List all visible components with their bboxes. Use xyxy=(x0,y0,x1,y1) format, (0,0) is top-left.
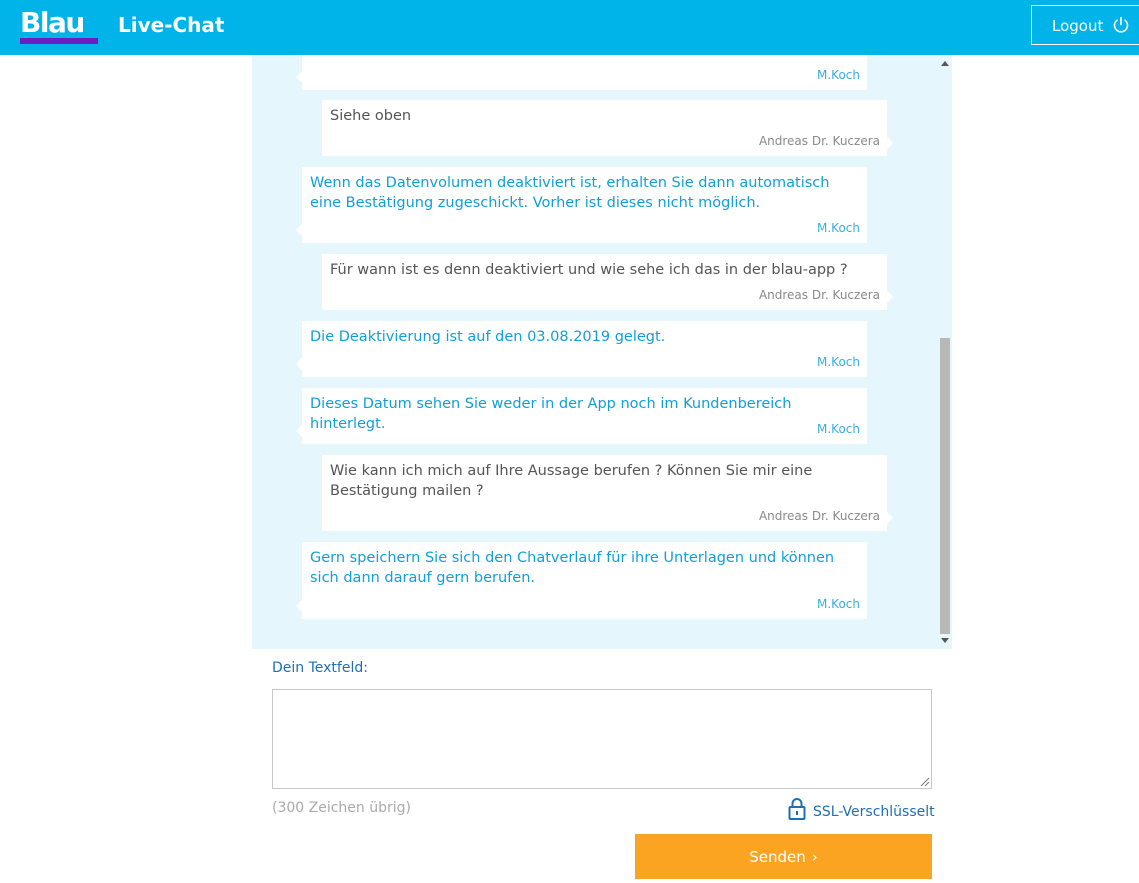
message-sender: Andreas Dr. Kuczera xyxy=(758,288,880,302)
message-text: Für wann ist es denn deaktiviert und wie… xyxy=(330,262,848,278)
message-sender: M.Koch xyxy=(817,422,860,436)
message-text: Wenn das Datenvolumen deaktiviert ist, e… xyxy=(310,175,830,211)
page-title: Live-Chat xyxy=(118,13,225,37)
resize-handle-icon[interactable] xyxy=(920,777,930,787)
ssl-label: SSL-Verschlüsselt xyxy=(813,804,935,820)
scroll-down-arrow-icon[interactable] xyxy=(941,638,949,643)
message-input[interactable] xyxy=(272,689,932,789)
blau-logo: Blau xyxy=(20,6,98,45)
chat-scrollbar[interactable] xyxy=(938,55,952,649)
message-sender: Andreas Dr. Kuczera xyxy=(758,509,880,523)
chat-message-user: Wie kann ich mich auf Ihre Aussage beruf… xyxy=(322,455,893,531)
power-icon xyxy=(1113,16,1129,33)
send-label: Senden xyxy=(749,847,806,866)
message-sender: M.Koch xyxy=(817,68,860,82)
logo-text: Blau xyxy=(20,6,85,39)
app-header: Blau Live-Chat Logout xyxy=(0,0,1139,55)
scroll-up-arrow-icon[interactable] xyxy=(941,61,949,66)
chat-message-agent: Wenn das Datenvolumen deaktiviert ist, e… xyxy=(296,167,867,243)
message-sender: M.Koch xyxy=(817,355,860,369)
message-sender: M.Koch xyxy=(817,597,860,611)
chat-message-agent: Die Deaktivierung ist auf den 03.08.2019… xyxy=(296,321,867,377)
chat-message-agent: Dieses Datum sehen Sie weder in der App … xyxy=(296,388,867,444)
chevron-right-icon: › xyxy=(811,847,818,866)
chat-message-user: Siehe oben Andreas Dr. Kuczera xyxy=(322,100,893,156)
logout-button[interactable]: Logout xyxy=(1031,5,1139,45)
textfield-label: Dein Textfeld: xyxy=(272,660,368,676)
send-button[interactable]: Senden › xyxy=(635,834,932,879)
message-text: Siehe oben xyxy=(330,108,412,124)
logo-underline xyxy=(20,38,98,44)
message-text: Die Deaktivierung ist auf den 03.08.2019… xyxy=(310,329,666,345)
chat-message-agent: M.Koch xyxy=(296,55,867,90)
message-text: Dieses Datum sehen Sie weder in der App … xyxy=(310,396,792,432)
logout-label: Logout xyxy=(1052,17,1104,35)
message-sender: Andreas Dr. Kuczera xyxy=(758,134,880,148)
lock-icon xyxy=(788,798,806,820)
char-counter: (300 Zeichen übrig) xyxy=(272,800,411,816)
chat-message-user: Für wann ist es denn deaktiviert und wie… xyxy=(322,254,893,310)
message-sender: M.Koch xyxy=(817,221,860,235)
message-text: Gern speichern Sie sich den Chatverlauf … xyxy=(310,550,835,586)
message-text: Wie kann ich mich auf Ihre Aussage beruf… xyxy=(330,463,813,499)
chat-message-agent: Gern speichern Sie sich den Chatverlauf … xyxy=(296,542,867,619)
scrollbar-thumb[interactable] xyxy=(940,338,950,634)
